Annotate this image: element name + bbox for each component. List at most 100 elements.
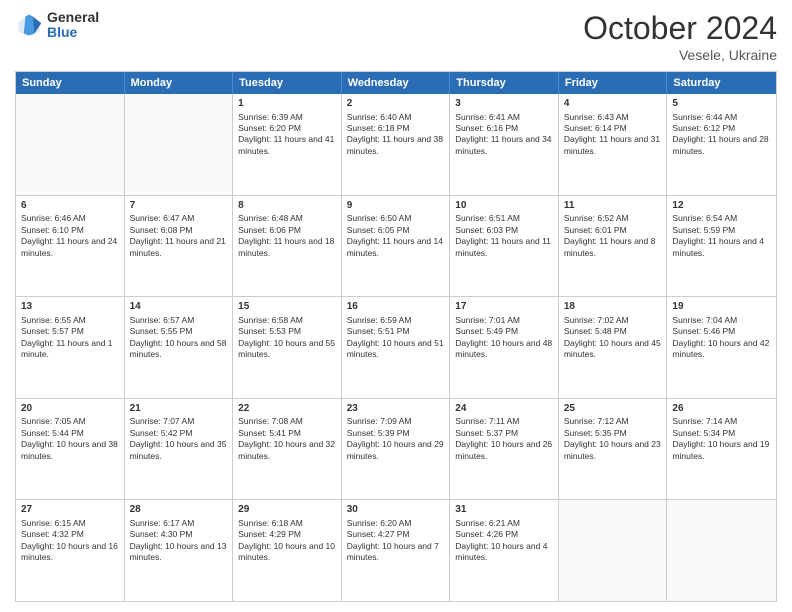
daylight-text: Daylight: 10 hours and 19 minutes. xyxy=(672,439,769,460)
daylight-text: Daylight: 11 hours and 1 minute. xyxy=(21,338,113,359)
sunrise-text: Sunrise: 6:50 AM xyxy=(347,213,412,223)
calendar-cell-0-6: 5Sunrise: 6:44 AMSunset: 6:12 PMDaylight… xyxy=(667,94,776,195)
daylight-text: Daylight: 10 hours and 48 minutes. xyxy=(455,338,552,359)
sunset-text: Sunset: 5:34 PM xyxy=(672,428,735,438)
title-block: October 2024 Vesele, Ukraine xyxy=(583,10,777,63)
sunset-text: Sunset: 5:37 PM xyxy=(455,428,518,438)
calendar-cell-4-0: 27Sunrise: 6:15 AMSunset: 4:32 PMDayligh… xyxy=(16,500,125,601)
header-day-monday: Monday xyxy=(125,72,234,94)
daylight-text: Daylight: 10 hours and 23 minutes. xyxy=(564,439,661,460)
day-number: 7 xyxy=(130,199,228,213)
sunrise-text: Sunrise: 6:46 AM xyxy=(21,213,86,223)
sunrise-text: Sunrise: 7:08 AM xyxy=(238,416,303,426)
sunrise-text: Sunrise: 6:54 AM xyxy=(672,213,737,223)
calendar-body: 1Sunrise: 6:39 AMSunset: 6:20 PMDaylight… xyxy=(16,94,776,601)
sunset-text: Sunset: 5:41 PM xyxy=(238,428,301,438)
sunset-text: Sunset: 6:16 PM xyxy=(455,123,518,133)
daylight-text: Daylight: 10 hours and 29 minutes. xyxy=(347,439,444,460)
daylight-text: Daylight: 10 hours and 51 minutes. xyxy=(347,338,444,359)
header-day-sunday: Sunday xyxy=(16,72,125,94)
daylight-text: Daylight: 11 hours and 24 minutes. xyxy=(21,236,117,257)
sunrise-text: Sunrise: 6:52 AM xyxy=(564,213,629,223)
day-number: 26 xyxy=(672,402,771,416)
daylight-text: Daylight: 10 hours and 4 minutes. xyxy=(455,541,547,562)
daylight-text: Daylight: 10 hours and 7 minutes. xyxy=(347,541,439,562)
sunrise-text: Sunrise: 6:21 AM xyxy=(455,518,520,528)
sunset-text: Sunset: 5:42 PM xyxy=(130,428,193,438)
sunrise-text: Sunrise: 7:12 AM xyxy=(564,416,629,426)
sunrise-text: Sunrise: 6:20 AM xyxy=(347,518,412,528)
day-number: 18 xyxy=(564,300,662,314)
day-number: 20 xyxy=(21,402,119,416)
calendar-cell-0-3: 2Sunrise: 6:40 AMSunset: 6:18 PMDaylight… xyxy=(342,94,451,195)
daylight-text: Daylight: 11 hours and 21 minutes. xyxy=(130,236,226,257)
sunrise-text: Sunrise: 6:39 AM xyxy=(238,112,303,122)
calendar-cell-3-0: 20Sunrise: 7:05 AM Sunset: 5:44 PMDayligh… xyxy=(16,399,125,500)
sunset-text: Sunset: 6:10 PM xyxy=(21,225,84,235)
sunset-text: Sunset: 4:30 PM xyxy=(130,529,193,539)
sunrise-text: Sunrise: 6:51 AM xyxy=(455,213,520,223)
day-number: 5 xyxy=(672,97,771,111)
calendar-cell-3-1: 21Sunrise: 7:07 AMSunset: 5:42 PMDayligh… xyxy=(125,399,234,500)
day-number: 15 xyxy=(238,300,336,314)
calendar-cell-1-3: 9Sunrise: 6:50 AMSunset: 6:05 PMDaylight… xyxy=(342,196,451,297)
day-number: 29 xyxy=(238,503,336,517)
logo-general-label: General xyxy=(47,10,99,25)
day-number: 11 xyxy=(564,199,662,213)
daylight-text: Daylight: 11 hours and 28 minutes. xyxy=(672,134,768,155)
calendar-cell-2-6: 19Sunrise: 7:04 AMSunset: 5:46 PM Dayligh… xyxy=(667,297,776,398)
daylight-text: Daylight: 10 hours and 38 minutes. xyxy=(21,439,118,460)
calendar-row-4: 27Sunrise: 6:15 AMSunset: 4:32 PMDayligh… xyxy=(16,500,776,601)
day-number: 22 xyxy=(238,402,336,416)
day-number: 14 xyxy=(130,300,228,314)
daylight-text: Daylight: 10 hours and 32 minutes. xyxy=(238,439,335,460)
calendar-header: SundayMondayTuesdayWednesdayThursdayFrid… xyxy=(16,72,776,94)
sunrise-text: Sunrise: 6:48 AM xyxy=(238,213,303,223)
sunset-text: Sunset: 5:57 PM xyxy=(21,326,84,336)
sunrise-text: Sunrise: 6:41 AM xyxy=(455,112,520,122)
calendar-cell-0-4: 3Sunrise: 6:41 AMSunset: 6:16 PMDaylight… xyxy=(450,94,559,195)
day-number: 31 xyxy=(455,503,553,517)
sunrise-text: Sunrise: 7:11 AM xyxy=(455,416,519,426)
sunrise-text: Sunrise: 7:14 AM xyxy=(672,416,737,426)
day-number: 13 xyxy=(21,300,119,314)
sunrise-text: Sunrise: 6:59 AM xyxy=(347,315,412,325)
day-number: 16 xyxy=(347,300,445,314)
header-day-saturday: Saturday xyxy=(667,72,776,94)
sunset-text: Sunset: 6:14 PM xyxy=(564,123,627,133)
sunrise-text: Sunrise: 6:17 AM xyxy=(130,518,195,528)
sunrise-text: Sunrise: 7:04 AM xyxy=(672,315,737,325)
sunrise-text: Sunrise: 6:18 AM xyxy=(238,518,303,528)
sunrise-text: Sunrise: 7:05 AM xyxy=(21,416,86,426)
sunset-text: Sunset: 5:59 PM xyxy=(672,225,735,235)
sunset-text: Sunset: 4:29 PM xyxy=(238,529,301,539)
daylight-text: Daylight: 11 hours and 14 minutes. xyxy=(347,236,443,257)
daylight-text: Daylight: 10 hours and 13 minutes. xyxy=(130,541,227,562)
sunset-text: Sunset: 5:44 PM xyxy=(21,428,84,438)
calendar-cell-0-1 xyxy=(125,94,234,195)
sunset-text: Sunset: 6:05 PM xyxy=(347,225,410,235)
calendar-cell-3-6: 26Sunrise: 7:14 AM Sunset: 5:34 PMDayligh… xyxy=(667,399,776,500)
calendar-cell-1-5: 11Sunrise: 6:52 AMSunset: 6:01 PMDayligh… xyxy=(559,196,668,297)
day-number: 30 xyxy=(347,503,445,517)
calendar-cell-1-1: 7Sunrise: 6:47 AMSunset: 6:08 PMDaylight… xyxy=(125,196,234,297)
day-number: 12 xyxy=(672,199,771,213)
day-number: 19 xyxy=(672,300,771,314)
sunset-text: Sunset: 5:46 PM xyxy=(672,326,735,336)
daylight-text: Daylight: 11 hours and 41 minutes. xyxy=(238,134,334,155)
day-number: 1 xyxy=(238,97,336,111)
day-number: 8 xyxy=(238,199,336,213)
daylight-text: Daylight: 10 hours and 58 minutes. xyxy=(130,338,227,359)
daylight-text: Daylight: 10 hours and 42 minutes. xyxy=(672,338,769,359)
sunrise-text: Sunrise: 6:55 AM xyxy=(21,315,86,325)
day-number: 3 xyxy=(455,97,553,111)
day-number: 27 xyxy=(21,503,119,517)
daylight-text: Daylight: 11 hours and 8 minutes. xyxy=(564,236,656,257)
daylight-text: Daylight: 11 hours and 4 minutes. xyxy=(672,236,764,257)
location-subtitle: Vesele, Ukraine xyxy=(583,47,777,63)
daylight-text: Daylight: 11 hours and 38 minutes. xyxy=(347,134,443,155)
calendar-row-2: 13Sunrise: 6:55 AMSunset: 5:57 PM Dayligh… xyxy=(16,297,776,399)
day-number: 2 xyxy=(347,97,445,111)
sunset-text: Sunset: 5:51 PM xyxy=(347,326,410,336)
calendar-cell-2-0: 13Sunrise: 6:55 AMSunset: 5:57 PM Dayligh… xyxy=(16,297,125,398)
